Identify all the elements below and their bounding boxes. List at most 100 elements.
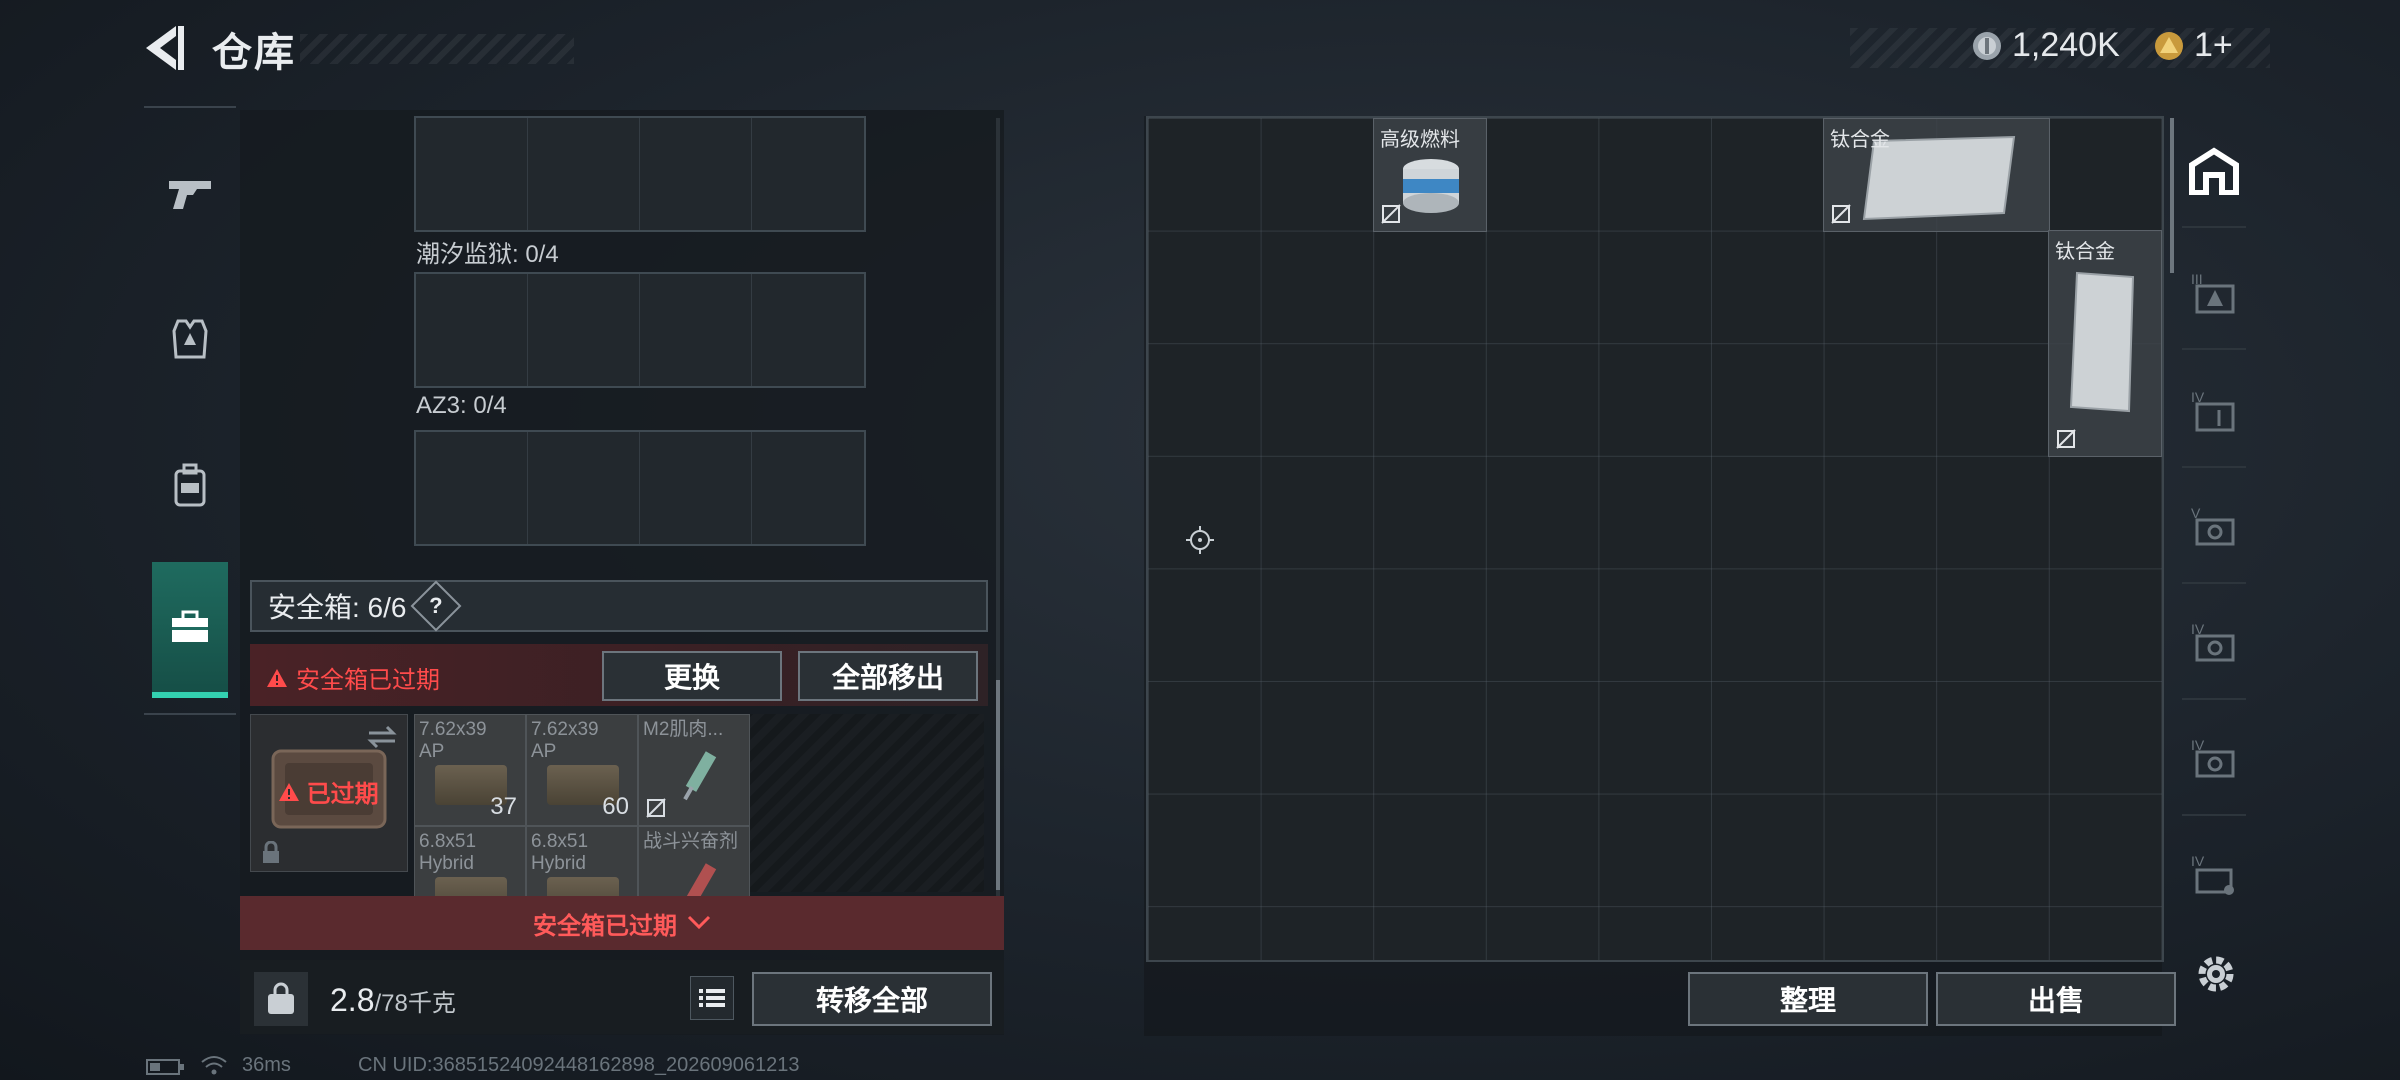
sell-button[interactable]: 出售 [1936,972,2176,1026]
toolbox-icon [172,610,208,642]
chevron-down-icon [687,915,711,930]
weight-capacity: /78千克 [374,990,456,1017]
tier-4-container-icon: IV [2191,389,2235,432]
safe-item[interactable]: 7.62x39 AP 60 [526,714,638,826]
titanium-ingot-image [2069,271,2135,413]
item-name: 6.8x51 Hybrid [531,831,589,874]
item-name: 6.8x51 Hybrid [419,831,477,874]
item-quantity: 37 [490,793,517,820]
rail-item-backpack[interactable] [144,420,236,550]
stash-home-icon [2189,147,2239,195]
crosshair-icon [1186,526,1214,554]
stash-tab-5[interactable]: V [2182,472,2246,584]
backpack-icon [174,463,206,507]
stash-tab-3[interactable]: III [2182,238,2246,350]
container-label: AZ3: 0/4 [416,392,507,419]
tier-4-case-icon: IV [2191,621,2235,662]
tier-4-key-icon: IV [2191,853,2234,895]
stash-tab-4a[interactable]: IV [2182,356,2246,468]
gold-coin-icon [2155,31,2183,60]
item-name: M2肌肉... [643,719,724,740]
safe-box-expired-footer[interactable]: 安全箱已过期 [240,896,1004,950]
stash-item-titanium-vertical[interactable]: 钛合金 [2048,230,2162,457]
silver-amount: 1,240K [2012,26,2120,64]
weight-icon [268,982,294,1014]
stash-tab-4d[interactable]: IV [2182,820,2246,930]
title-decoration [300,34,574,64]
item-name: 高级燃料 [1380,129,1460,151]
item-name: 7.62x39 AP [419,719,487,762]
lock-icon [263,841,279,863]
transfer-all-button[interactable]: 转移全部 [752,972,992,1026]
container-slots-1[interactable] [414,116,866,232]
weight-current: 2.8 [330,982,375,1018]
container-slots-2[interactable] [414,272,866,388]
gear-icon[interactable] [2194,952,2238,996]
rail-item-armor[interactable] [144,273,236,403]
stash-scrollbar[interactable] [2170,118,2174,273]
safe-item[interactable]: M2肌肉... [638,714,750,826]
sort-button[interactable]: 整理 [1688,972,1928,1026]
ping-readout: 36ms [242,1054,291,1076]
back-button[interactable] [140,22,188,74]
unbound-icon [1831,204,1851,224]
weight-icon-box [254,972,308,1026]
tier-4-case-icon: IV [2191,737,2235,778]
fuel-can-image [1403,159,1459,213]
expired-warning: 安全箱已过期 [266,660,440,695]
warning-icon [279,783,299,801]
currency-gold[interactable]: 1+ [2154,26,2233,65]
item-name: 钛合金 [1830,129,1890,151]
stash-grid[interactable]: 高级燃料 钛合金 钛合金 [1146,116,2164,962]
item-name: 7.62x39 AP [531,719,599,762]
silver-coin-icon [1973,31,2001,60]
safe-footer-text: 安全箱已过期 [533,912,677,940]
safe-box-items: 7.62x39 AP 37 7.62x39 AP 60 M2肌肉... 6.8x… [414,714,984,938]
item-name: 钛合金 [2055,241,2115,263]
back-arrow-icon [146,26,184,70]
stash-tab-4c[interactable]: IV [2182,704,2246,816]
move-all-out-button[interactable]: 全部移出 [798,651,978,701]
svg-text:IV: IV [2191,853,2205,869]
list-icon [699,989,725,1007]
gold-amount: 1+ [2194,26,2233,64]
weight-readout: 2.8/78千克 [330,982,456,1019]
stash-tabs-rail: III IV V IV IV IV [2178,116,2250,916]
case-expired-text: 已过期 [306,781,379,808]
unbound-icon [646,798,666,818]
wifi-icon [201,1056,227,1075]
item-name: 战斗兴奋剂 [643,831,739,852]
uid-readout: CN UID:3685152409244816289​8_20260906121… [358,1054,800,1076]
gun-icon [169,181,211,209]
syringe-icon [683,751,717,801]
swap-icon[interactable] [367,725,397,749]
stash-item-fuel[interactable]: 高级燃料 [1373,118,1487,232]
stash-tab-main[interactable] [2182,116,2246,228]
tier-3-container-icon: III [2191,271,2235,314]
stash-tab-4b[interactable]: IV [2182,588,2246,700]
category-rail [144,106,236,715]
unbound-icon [1381,204,1401,224]
replace-button[interactable]: 更换 [602,651,782,701]
rail-item-safe-box[interactable] [152,562,228,698]
tier-5-case-icon: V [2191,505,2235,546]
warning-icon [267,668,287,687]
rail-item-weapons[interactable] [144,128,236,258]
stash-item-titanium-horizontal[interactable]: 钛合金 [1823,118,2050,232]
battery-icon [146,1059,184,1075]
container-label: 潮汐监狱: 0/4 [416,241,559,268]
page-title: 仓库 [212,31,296,75]
left-scrollbar-thumb[interactable] [996,680,1000,890]
list-view-button[interactable] [690,976,734,1020]
case-expired-label: 已过期 [278,774,379,809]
expired-warning-text: 安全箱已过期 [296,667,440,694]
currency-silver[interactable]: 1,240K [1972,26,2120,65]
item-quantity: 60 [602,793,629,820]
unbound-icon [2056,429,2076,449]
safe-item[interactable]: 7.62x39 AP 37 [414,714,526,826]
safe-box-title: 安全箱: 6/6 [268,592,407,623]
safe-box-header: 安全箱: 6/6 ? [250,580,988,632]
help-button[interactable]: ? [411,580,462,632]
container-slots-3[interactable] [414,430,866,546]
armor-vest-icon [172,319,208,359]
